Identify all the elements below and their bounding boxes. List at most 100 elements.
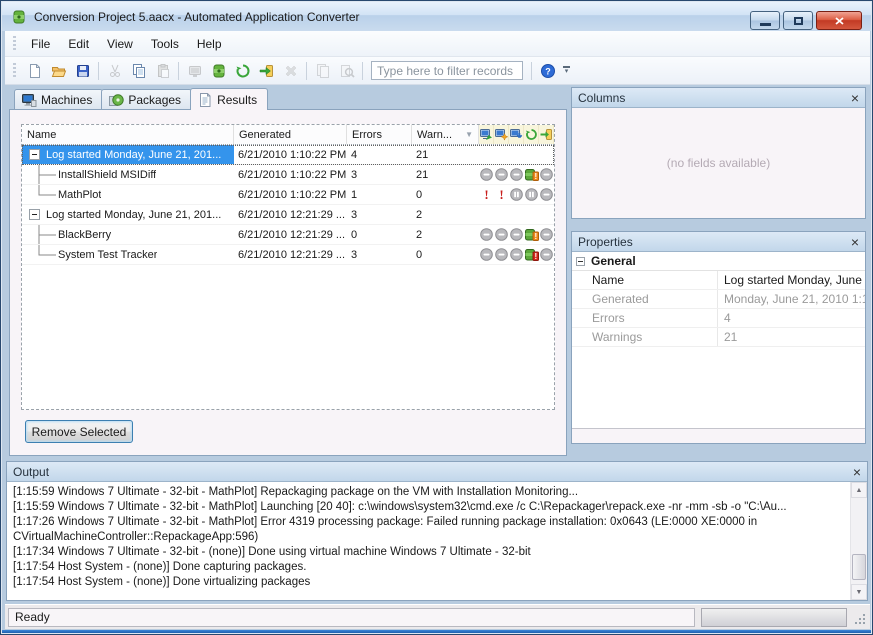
tab-machines[interactable]: Machines xyxy=(14,89,103,109)
status-cell xyxy=(494,245,509,264)
property-row-warnings[interactable]: Warnings21 xyxy=(572,328,865,347)
stop-button[interactable] xyxy=(279,60,302,82)
new-document-button[interactable] xyxy=(23,60,46,82)
output-line: [1:15:59 Windows 7 Ultimate - 32-bit - M… xyxy=(13,485,845,500)
toolbar-overflow-button[interactable]: ▾ xyxy=(560,60,573,82)
collapse-icon[interactable] xyxy=(576,257,585,266)
minus-status-icon xyxy=(510,228,523,241)
column-header-convert[interactable] xyxy=(539,125,554,144)
maximize-button[interactable] xyxy=(783,11,813,30)
run-conversion-button[interactable] xyxy=(255,60,278,82)
scroll-up-icon[interactable]: ▲ xyxy=(851,482,867,498)
cell-warnings: 2 xyxy=(412,205,479,224)
cell-generated: 6/21/2010 1:10:22 PM xyxy=(234,165,347,184)
status-cell xyxy=(539,145,554,164)
close-button[interactable] xyxy=(816,11,862,30)
category-label: General xyxy=(591,254,636,268)
window-title: Conversion Project 5.aacx - Automated Ap… xyxy=(34,10,360,24)
menu-view[interactable]: View xyxy=(98,33,142,55)
property-row-generated[interactable]: GeneratedMonday, June 21, 2010 1:10 xyxy=(572,290,865,309)
table-row[interactable]: Log started Monday, June 21, 201...6/21/… xyxy=(22,145,554,165)
table-row[interactable]: BlackBerry6/21/2010 12:21:29 ...02! xyxy=(22,225,554,245)
open-project-button[interactable] xyxy=(47,60,70,82)
property-label: Errors xyxy=(572,309,718,327)
column-header-vm-power[interactable] xyxy=(479,125,494,144)
menu-file[interactable]: File xyxy=(22,33,59,55)
close-panel-icon[interactable] xyxy=(851,91,859,105)
tab-packages[interactable]: Packages xyxy=(101,89,192,109)
scrollbar-thumb[interactable] xyxy=(852,554,866,580)
cell-errors: 3 xyxy=(347,205,412,224)
close-icon xyxy=(835,17,844,25)
cell-warnings: 0 xyxy=(412,245,479,264)
status-text-box: Ready xyxy=(8,608,695,627)
cut-button[interactable] xyxy=(103,60,126,82)
table-row[interactable]: Log started Monday, June 21, 201...6/21/… xyxy=(22,205,554,225)
output-line: [1:15:59 Windows 7 Ultimate - 32-bit - M… xyxy=(13,500,845,515)
column-header-vm-capture[interactable] xyxy=(494,125,509,144)
scroll-down-icon[interactable]: ▼ xyxy=(851,584,867,600)
filter-records-input[interactable] xyxy=(371,61,523,80)
property-row-name[interactable]: NameLog started Monday, June xyxy=(572,271,865,290)
status-cell xyxy=(479,245,494,264)
close-panel-icon[interactable] xyxy=(851,235,859,249)
menu-tools[interactable]: Tools xyxy=(142,33,188,55)
cell-errors: 3 xyxy=(347,245,412,264)
menu-edit[interactable]: Edit xyxy=(59,33,98,55)
remove-selected-button[interactable]: Remove Selected xyxy=(25,420,133,443)
tab-results[interactable]: Results xyxy=(190,88,268,110)
paste-button[interactable] xyxy=(151,60,174,82)
convert-column-icon xyxy=(540,128,553,141)
row-name: Log started Monday, June 21, 201... xyxy=(46,209,221,221)
table-row[interactable]: InstallShield MSIDiff6/21/2010 1:10:22 P… xyxy=(22,165,554,185)
collapse-icon[interactable] xyxy=(29,209,40,220)
filter-dropdown-icon[interactable]: ▼ xyxy=(465,130,473,139)
help-button[interactable]: ? xyxy=(536,60,559,82)
preview-button[interactable] xyxy=(335,60,358,82)
output-log: [1:15:59 Windows 7 Ultimate - 32-bit - M… xyxy=(7,482,867,600)
toolbar-separator xyxy=(98,62,99,80)
output-panel: Output [1:15:59 Windows 7 Ultimate - 32-… xyxy=(6,461,868,601)
results-grid: Name GeneratedErrors Warn... ▼ Log started … xyxy=(21,124,555,410)
refresh-button[interactable] xyxy=(231,60,254,82)
add-machine-button[interactable] xyxy=(183,60,206,82)
collapse-icon[interactable] xyxy=(29,149,40,160)
status-cell xyxy=(509,185,524,204)
output-scrollbar[interactable]: ▲ ▼ xyxy=(850,482,867,600)
minus-status-icon xyxy=(510,248,523,261)
column-header-errors[interactable]: Errors xyxy=(347,125,412,144)
save-project-button[interactable] xyxy=(71,60,94,82)
status-bar: Ready xyxy=(5,604,870,629)
minimize-button[interactable] xyxy=(750,11,780,30)
close-panel-icon[interactable] xyxy=(853,465,861,479)
column-header-warn[interactable]: Warn... ▼ xyxy=(412,125,479,144)
run-conversion-icon xyxy=(259,63,275,79)
add-package-button[interactable] xyxy=(207,60,230,82)
save-project-icon xyxy=(75,63,91,79)
column-header-vm-install[interactable] xyxy=(509,125,524,144)
name-cell: Log started Monday, June 21, 201... xyxy=(22,205,234,224)
table-row[interactable]: MathPlot6/21/2010 1:10:22 PM10!! xyxy=(22,185,554,205)
menu-grip xyxy=(13,36,16,51)
column-header-label: Warn... xyxy=(417,129,452,141)
column-header-generated[interactable]: Generated xyxy=(234,125,347,144)
table-row[interactable]: System Test Tracker6/21/2010 12:21:29 ..… xyxy=(22,245,554,265)
resize-grip[interactable] xyxy=(853,608,867,627)
status-cell: ! xyxy=(524,245,539,264)
menu-help[interactable]: Help xyxy=(188,33,231,55)
property-category-row[interactable]: General xyxy=(572,252,865,271)
properties-panel-title: Properties xyxy=(578,235,633,249)
property-value: Log started Monday, June xyxy=(718,271,865,289)
copy-button[interactable] xyxy=(127,60,150,82)
output-line: CVirtualMachineController::RepackageApp:… xyxy=(13,530,845,545)
columns-panel-header: Columns xyxy=(572,88,865,108)
column-header-repackage[interactable] xyxy=(524,125,539,144)
minus-status-icon xyxy=(480,228,493,241)
minimize-icon xyxy=(760,23,771,26)
property-row-errors[interactable]: Errors4 xyxy=(572,309,865,328)
column-header-label: Name xyxy=(27,129,56,141)
add-machine-icon xyxy=(187,63,203,79)
column-header-name[interactable]: Name xyxy=(22,125,234,144)
status-cell xyxy=(509,245,524,264)
report-button[interactable] xyxy=(311,60,334,82)
